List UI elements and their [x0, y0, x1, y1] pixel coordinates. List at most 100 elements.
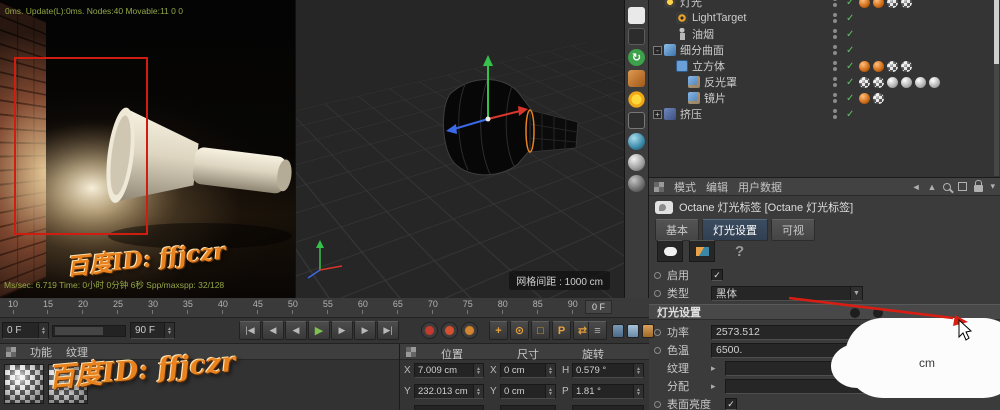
- material-chip-checker[interactable]: [901, 0, 912, 8]
- search-icon[interactable]: [943, 182, 952, 191]
- object-label[interactable]: 油烟: [692, 26, 714, 42]
- sphere-gray-icon[interactable]: [628, 175, 645, 192]
- material-chip-checker[interactable]: [887, 60, 898, 72]
- menu-user-data[interactable]: 用户数据: [738, 179, 782, 195]
- rotation-b-input[interactable]: [572, 405, 644, 410]
- range-start-field[interactable]: 0 F ▲ ▼: [2, 322, 49, 339]
- light-preset-button-1[interactable]: [657, 240, 683, 262]
- spinner-icon[interactable]: ▲▼: [473, 364, 483, 377]
- size-z-input[interactable]: [500, 405, 556, 410]
- record-options-button[interactable]: [461, 322, 478, 339]
- frame-icon[interactable]: [958, 182, 968, 191]
- material-chip-orange[interactable]: [859, 92, 870, 104]
- expander-icon[interactable]: -: [653, 45, 662, 55]
- object-row[interactable]: 镜片 ✓: [649, 90, 1000, 106]
- object-row[interactable]: - 细分曲面 ✓: [649, 42, 1000, 58]
- play-button[interactable]: ▶: [308, 321, 330, 340]
- material-chip-orange[interactable]: [859, 0, 870, 8]
- material-chip-orange[interactable]: [859, 60, 870, 72]
- material-chip-checker[interactable]: [859, 76, 870, 88]
- material-chip-white[interactable]: [901, 76, 912, 88]
- spinner-icon[interactable]: ▲▼: [545, 385, 555, 398]
- layout-window-icon-1[interactable]: [612, 324, 624, 338]
- viewport-3d[interactable]: 网格间距 : 1000 cm: [296, 0, 625, 298]
- material-chip-white[interactable]: [887, 76, 898, 88]
- next-frame-button[interactable]: ▶: [331, 321, 353, 340]
- position-y-input[interactable]: 232.013 cm ▲ ▼: [414, 384, 484, 399]
- visibility-dots[interactable]: [833, 92, 837, 104]
- object-row[interactable]: + 挤压 ✓: [649, 106, 1000, 122]
- chevron-down-icon[interactable]: ▾: [990, 181, 995, 192]
- nav-back-icon[interactable]: ◄: [912, 182, 921, 192]
- goto-end-button[interactable]: ▶|: [377, 321, 399, 340]
- object-label[interactable]: LightTarget: [692, 12, 746, 24]
- menu-edit[interactable]: 编辑: [706, 179, 728, 195]
- timeline-range-slider[interactable]: [52, 325, 126, 337]
- enabled-check-icon[interactable]: ✓: [846, 29, 854, 40]
- visibility-dots[interactable]: [833, 0, 837, 8]
- layout-window-icon-2[interactable]: [627, 324, 639, 338]
- enabled-check-icon[interactable]: ✓: [846, 45, 854, 56]
- timeline-ruler[interactable]: 10 15 20 25 30 35 40 45 50 55 60 65 70 75 80 85 90 0 F: [0, 298, 649, 318]
- surface-brightness-checkbox[interactable]: ✓: [725, 398, 737, 410]
- size-y-input[interactable]: 0 cm ▲ ▼: [500, 384, 556, 399]
- tab-基本[interactable]: 基本: [655, 219, 699, 241]
- material-chip-orange[interactable]: [873, 60, 884, 72]
- object-row[interactable]: 灯光 ✓: [649, 0, 1000, 10]
- object-row[interactable]: 油烟 ✓: [649, 26, 1000, 42]
- next-key-button[interactable]: ▶: [354, 321, 376, 340]
- prev-key-button[interactable]: ◀: [262, 321, 284, 340]
- object-row[interactable]: 立方体 ✓: [649, 58, 1000, 74]
- enable-checkbox[interactable]: ✓: [711, 269, 723, 281]
- visibility-dots[interactable]: [833, 76, 837, 88]
- enabled-check-icon[interactable]: ✓: [846, 77, 854, 88]
- enabled-check-icon[interactable]: ✓: [846, 93, 854, 104]
- lock-icon[interactable]: [974, 180, 984, 192]
- record-parameter-toggle[interactable]: P: [552, 321, 571, 340]
- visibility-dots[interactable]: [833, 28, 837, 40]
- spinner-icon[interactable]: ▲▼: [633, 385, 643, 398]
- expander-icon[interactable]: +: [653, 109, 662, 119]
- visibility-dots[interactable]: [833, 44, 837, 56]
- size-x-input[interactable]: 0 cm ▲ ▼: [500, 363, 556, 378]
- object-label[interactable]: 挤压: [680, 106, 702, 122]
- material-chip-orange[interactable]: [873, 0, 884, 8]
- tab-可视[interactable]: 可视: [771, 219, 815, 241]
- nav-up-icon[interactable]: ▲: [928, 182, 937, 192]
- material-chip-checker[interactable]: [901, 60, 912, 72]
- enabled-check-icon[interactable]: ✓: [846, 0, 854, 8]
- prev-frame-button[interactable]: ◀: [285, 321, 307, 340]
- range-end-field[interactable]: 90 F ▲ ▼: [130, 322, 175, 339]
- material-chip-white[interactable]: [915, 76, 926, 88]
- material-chip-white[interactable]: [929, 76, 940, 88]
- expand-triangle-icon[interactable]: ▸: [711, 363, 716, 374]
- current-frame-box[interactable]: 0 F: [585, 300, 612, 314]
- type-dropdown[interactable]: 黑体 ▼: [711, 285, 863, 301]
- spinner-icon[interactable]: ▲▼: [545, 364, 555, 377]
- anim-dot-icon[interactable]: [654, 346, 661, 354]
- anim-dot-icon[interactable]: [654, 400, 661, 408]
- spinner-icon[interactable]: ▲▼: [38, 323, 48, 338]
- object-label[interactable]: 反光罩: [704, 74, 737, 90]
- visibility-dots[interactable]: [833, 12, 837, 24]
- object-manager-scrollbar[interactable]: [994, 0, 999, 176]
- goto-start-button[interactable]: |◀: [239, 321, 261, 340]
- visibility-dots[interactable]: [833, 60, 837, 72]
- panel-menu-icon[interactable]: [654, 181, 664, 192]
- object-label[interactable]: 立方体: [692, 58, 725, 74]
- texture-picker-icon[interactable]: [628, 28, 645, 45]
- enabled-check-icon[interactable]: ✓: [846, 109, 854, 120]
- camera-icon[interactable]: [628, 112, 645, 129]
- live-viewer-icon[interactable]: [628, 7, 645, 24]
- panel-menu-icon[interactable]: [6, 346, 16, 357]
- sun-icon[interactable]: [628, 91, 645, 108]
- enabled-check-icon[interactable]: ✓: [846, 13, 854, 24]
- record-keyframe-button[interactable]: [421, 322, 438, 339]
- record-scale-toggle[interactable]: □: [531, 321, 550, 340]
- material-chip-checker[interactable]: [873, 76, 884, 88]
- position-x-input[interactable]: 7.009 cm ▲ ▼: [414, 363, 484, 378]
- object-label[interactable]: 细分曲面: [680, 42, 724, 58]
- menu-mode[interactable]: 模式: [674, 179, 696, 195]
- object-label[interactable]: 镜片: [704, 90, 726, 106]
- panel-menu-icon[interactable]: [406, 346, 416, 357]
